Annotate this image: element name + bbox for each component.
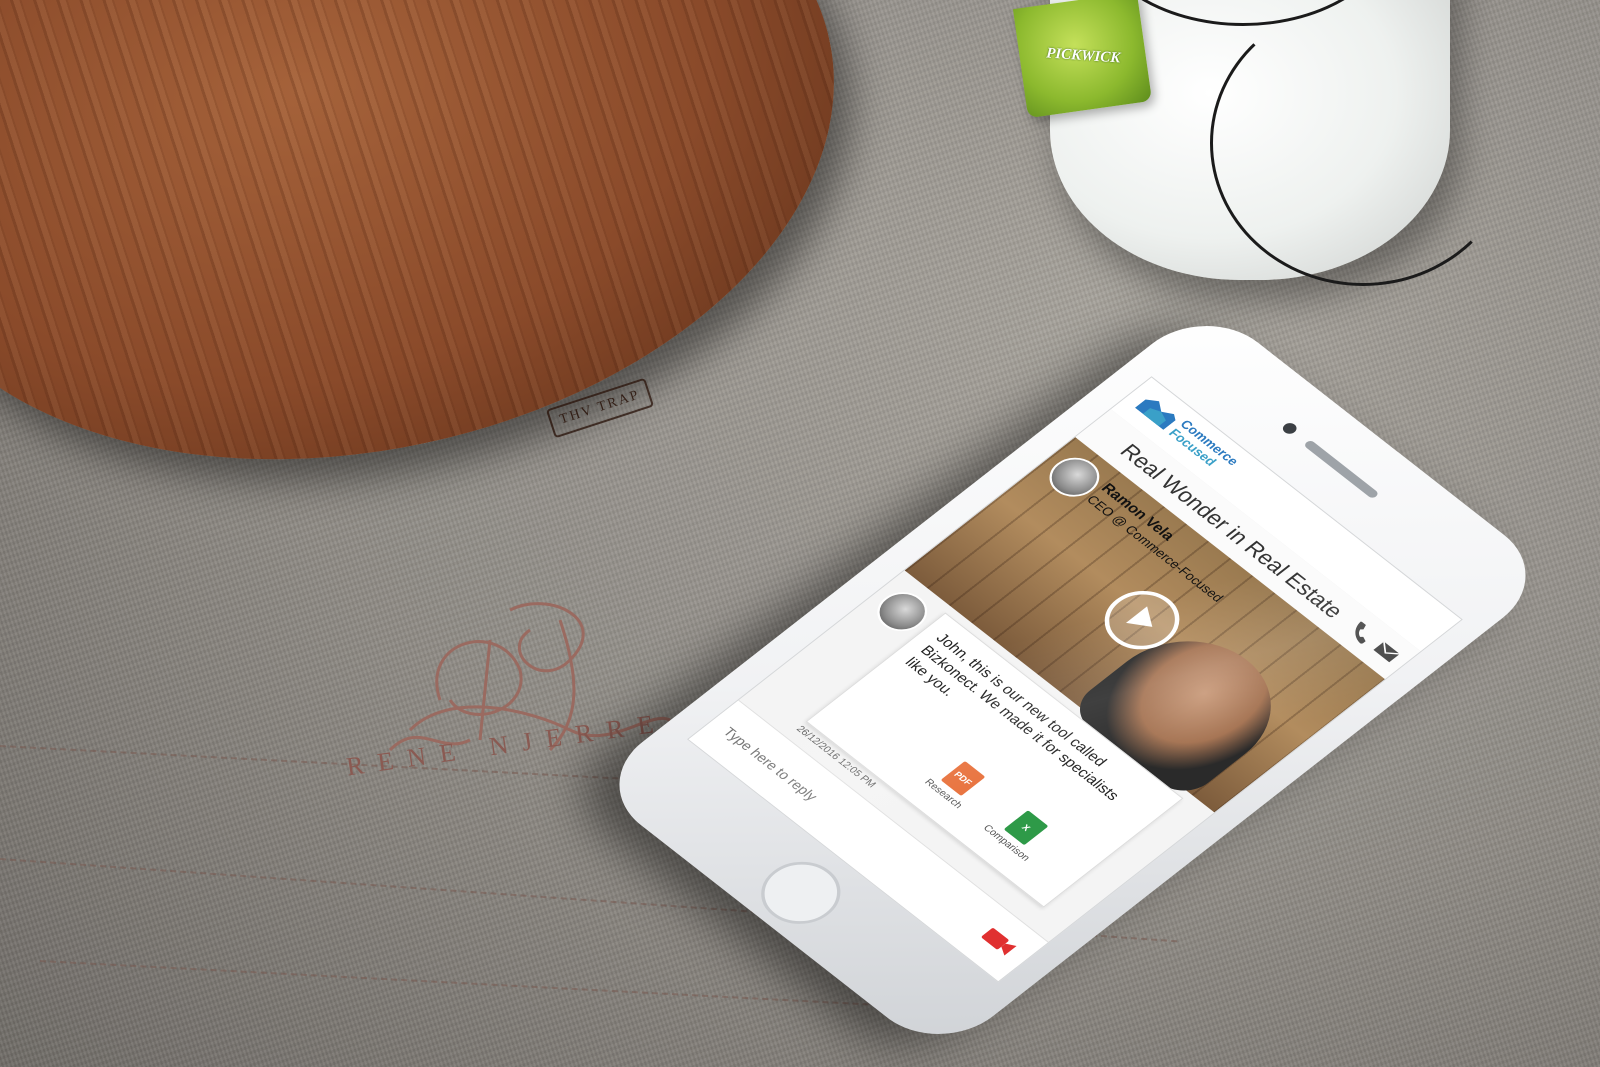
tablecloth-stitch-line (39, 960, 939, 1010)
front-camera (1280, 420, 1300, 436)
attachment-comparison[interactable]: X Comparison (974, 797, 1066, 869)
earpiece-speaker (1303, 439, 1380, 500)
cup-decoration-line (1210, 0, 1516, 286)
attachment-research[interactable]: PDF Research (911, 747, 1003, 819)
teabag-brand: PICKWICK (1045, 45, 1121, 67)
house-logo-icon (1134, 399, 1176, 430)
home-button[interactable] (744, 849, 857, 937)
smartphone: Commerce Focused Real Wonder in Real Est… (588, 301, 1557, 1059)
scene-background: THV TRAP PICKWICK RENE NJERRE Commerce F… (0, 0, 1600, 1067)
teabag-tag: PICKWICK (1012, 0, 1153, 119)
video-camera-icon[interactable] (978, 924, 1021, 958)
wooden-cutting-board (0, 0, 894, 544)
